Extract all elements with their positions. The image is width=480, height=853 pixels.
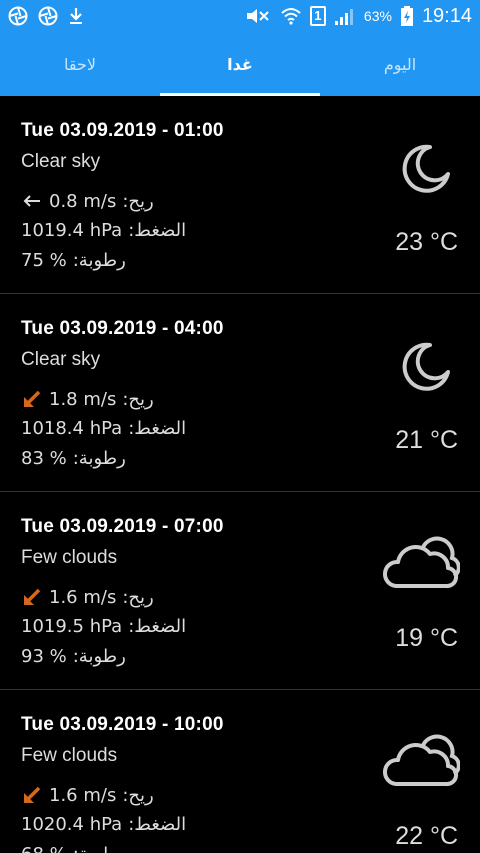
status-bar: 1 63% 19:14 bbox=[0, 0, 480, 32]
wind-label: ريح: bbox=[122, 586, 154, 608]
humidity-value: 68 % bbox=[21, 844, 67, 853]
forecast-list: Tue 03.09.2019 - 01:00 Clear sky 0.8 m/s… bbox=[0, 96, 480, 853]
tab-tomorrow[interactable]: غدا bbox=[160, 32, 320, 96]
forecast-date: Tue 03.09.2019 - 07:00 bbox=[21, 516, 224, 537]
humidity-value: 93 % bbox=[21, 646, 67, 667]
forecast-description: Few clouds bbox=[21, 745, 118, 766]
humidity-label: رطوبة: bbox=[72, 646, 126, 667]
humidity-label: رطوبة: bbox=[73, 844, 126, 853]
humidity-label: رطوبة: bbox=[72, 250, 126, 271]
arrow-southwest-icon bbox=[24, 390, 41, 407]
humidity-line: 68 % رطوبة: bbox=[21, 844, 126, 853]
aperture-icon bbox=[8, 6, 28, 26]
humidity-line: 93 % رطوبة: bbox=[21, 646, 126, 667]
temperature: 22 °C bbox=[395, 822, 458, 850]
clock: 19:14 bbox=[421, 4, 472, 27]
wind-value: 1.8 m/s bbox=[49, 388, 117, 410]
forecast-date: Tue 03.09.2019 - 04:00 bbox=[21, 318, 224, 339]
pressure-value: 1020.4 hPa bbox=[21, 814, 123, 835]
status-right-icons: 1 63% 19:14 bbox=[244, 5, 472, 28]
tab-bar: لاحقا غدا اليوم bbox=[0, 32, 480, 96]
humidity-label: رطوبة: bbox=[72, 448, 126, 469]
forecast-row[interactable]: Tue 03.09.2019 - 07:00 Few clouds 1.6 m/… bbox=[0, 492, 480, 690]
moon-icon bbox=[402, 144, 450, 193]
pressure-value: 1019.4 hPa bbox=[21, 220, 123, 241]
pressure-line: 1019.5 hPa الضغط: bbox=[21, 616, 186, 637]
arrow-southwest-icon bbox=[24, 786, 41, 803]
temperature: 19 °C bbox=[395, 624, 458, 652]
battery-charging-icon bbox=[400, 6, 413, 26]
pressure-label: الضغط: bbox=[128, 418, 187, 439]
cloud-icon bbox=[383, 536, 460, 589]
arrow-left-icon bbox=[23, 195, 40, 207]
aperture-icon bbox=[38, 6, 58, 26]
wind-line: 0.8 m/s ريح: bbox=[21, 190, 154, 212]
forecast-row[interactable]: Tue 03.09.2019 - 04:00 Clear sky 1.8 m/s… bbox=[0, 294, 480, 492]
forecast-date: Tue 03.09.2019 - 01:00 bbox=[21, 120, 224, 141]
pressure-value: 1018.4 hPa bbox=[21, 418, 123, 439]
wifi-icon bbox=[281, 8, 301, 25]
cloud-icon bbox=[383, 734, 460, 787]
pressure-line: 1020.4 hPa الضغط: bbox=[21, 814, 186, 835]
humidity-value: 83 % bbox=[21, 448, 67, 469]
wind-label: ريح: bbox=[122, 784, 154, 806]
wind-value: 1.6 m/s bbox=[49, 784, 117, 806]
status-left-icons bbox=[8, 6, 84, 26]
signal-icon bbox=[334, 9, 353, 25]
pressure-line: 1019.4 hPa الضغط: bbox=[21, 220, 186, 241]
humidity-value: 75 % bbox=[21, 250, 67, 271]
moon-icon bbox=[402, 342, 450, 391]
wind-line: 1.6 m/s ريح: bbox=[21, 586, 154, 608]
mute-icon bbox=[246, 9, 269, 23]
sim-indicator: 1 bbox=[309, 6, 326, 26]
pressure-line: 1018.4 hPa الضغط: bbox=[21, 418, 186, 439]
wind-label: ريح: bbox=[122, 190, 154, 212]
arrow-southwest-icon bbox=[24, 588, 41, 605]
wind-label: ريح: bbox=[122, 388, 154, 410]
pressure-label: الضغط: bbox=[128, 616, 187, 637]
forecast-row[interactable]: Tue 03.09.2019 - 01:00 Clear sky 0.8 m/s… bbox=[0, 96, 480, 294]
pressure-label: الضغط: bbox=[128, 220, 187, 241]
pressure-label: الضغط: bbox=[128, 814, 187, 835]
forecast-date: Tue 03.09.2019 - 10:00 bbox=[21, 714, 224, 735]
pressure-value: 1019.5 hPa bbox=[21, 616, 123, 637]
forecast-description: Clear sky bbox=[21, 151, 101, 172]
download-icon bbox=[70, 8, 82, 24]
temperature: 21 °C bbox=[395, 426, 458, 454]
battery-percent: 63% bbox=[363, 8, 392, 24]
tab-today[interactable]: اليوم bbox=[320, 32, 480, 96]
humidity-line: 75 % رطوبة: bbox=[21, 250, 126, 271]
humidity-line: 83 % رطوبة: bbox=[21, 448, 126, 469]
wind-value: 0.8 m/s bbox=[49, 190, 117, 212]
wind-line: 1.6 m/s ريح: bbox=[21, 784, 154, 806]
forecast-description: Few clouds bbox=[21, 547, 118, 568]
forecast-description: Clear sky bbox=[21, 349, 101, 370]
wind-line: 1.8 m/s ريح: bbox=[21, 388, 154, 410]
wind-value: 1.6 m/s bbox=[49, 586, 117, 608]
temperature: 23 °C bbox=[395, 228, 458, 256]
forecast-row[interactable]: Tue 03.09.2019 - 10:00 Few clouds 1.6 m/… bbox=[0, 690, 480, 853]
tab-later[interactable]: لاحقا bbox=[0, 32, 160, 96]
